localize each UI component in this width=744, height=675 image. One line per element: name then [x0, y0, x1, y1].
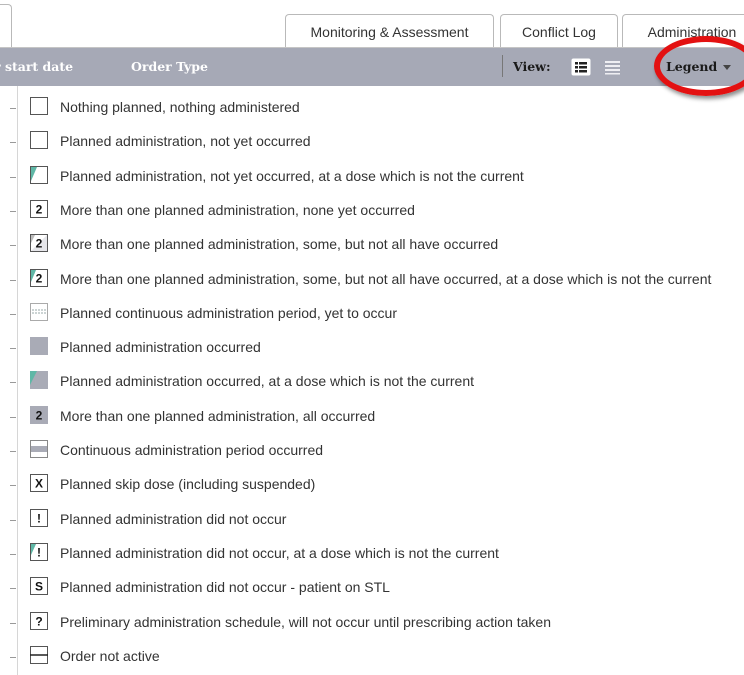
box-glyph-icon: ? [30, 611, 48, 630]
legend-item-label: Planned administration occurred, at a do… [60, 373, 475, 390]
svg-text:2: 2 [36, 271, 43, 285]
legend-item-label: Planned administration, not yet occurred [60, 133, 311, 150]
continuous-occurred-icon [30, 440, 48, 458]
svg-text:?: ? [35, 614, 42, 628]
legend-item: 2 More than one planned administration, a… [0, 400, 744, 434]
legend-item-label: Planned administration did not occur [60, 510, 287, 527]
legend-item-label: Planned administration occurred [60, 339, 261, 356]
legend-item: ! Planned administration did not occur, a… [0, 537, 744, 571]
view-compact-list-button[interactable] [603, 58, 623, 76]
tab-conflict-log[interactable]: Conflict Log [500, 14, 618, 48]
box-glyph-icon: X [30, 474, 48, 493]
legend-item: Planned administration occurred [0, 331, 744, 365]
svg-text:S: S [35, 580, 43, 594]
legend-item: Order not active [0, 640, 744, 674]
svg-text:2: 2 [36, 202, 43, 216]
caret-down-icon [723, 65, 732, 70]
box-number-icon: 2 [30, 199, 48, 218]
legend-button-label: Legend [666, 59, 718, 74]
legend-item: X Planned skip dose (including suspended) [0, 468, 744, 502]
box-midline-icon [30, 645, 48, 664]
legend-item-label: Continuous administration period occurre… [60, 442, 324, 458]
tab-monitoring-assessment[interactable]: Monitoring & Assessment [285, 14, 494, 48]
legend-item-label: More than one planned administration, al… [60, 407, 376, 424]
legend-item: Planned continuous administration period… [0, 297, 744, 331]
continuous-planned-icon [30, 302, 48, 321]
legend-item: 2 More than one planned administration, s… [0, 228, 744, 262]
view-label: View: [513, 59, 551, 74]
view-detailed-list-button[interactable] [571, 58, 591, 76]
legend-item: 2 More than one planned administration, n… [0, 194, 744, 228]
grey-box-teal-corner-icon [30, 371, 48, 390]
tab-left-partial[interactable] [0, 4, 12, 49]
tab-administration[interactable]: Administration [622, 14, 744, 48]
grey-box-number-icon: 2 [30, 405, 48, 424]
box-teal-corner-icon [30, 165, 48, 184]
legend-item-label: Preliminary administration schedule, wil… [60, 613, 552, 630]
svg-text:!: ! [37, 545, 41, 559]
legend-item-label: Planned administration did not occur, at… [60, 544, 499, 561]
svg-text:X: X [35, 477, 43, 491]
grid-toolbar: r start date Order Type View: Legend [0, 48, 744, 86]
box-glyph-icon: ! [30, 508, 48, 527]
svg-text:!: ! [37, 511, 41, 525]
box-glyph-icon: S [30, 577, 48, 596]
legend-item-label: Nothing planned, nothing administered [60, 99, 300, 115]
legend-item: ? Preliminary administration schedule, wi… [0, 606, 744, 640]
legend-item-label: More than one planned administration, so… [60, 236, 499, 253]
column-header-start-date[interactable]: r start date [0, 48, 73, 86]
detailed-list-icon [571, 58, 591, 76]
toolbar-separator [502, 55, 503, 77]
legend-item-label: Planned administration did not occur - p… [60, 579, 390, 596]
legend-item: S Planned administration did not occur - … [0, 571, 744, 605]
legend-item: Planned administration, not yet occurred [0, 125, 744, 159]
legend-item: ! Planned administration did not occur [0, 503, 744, 537]
svg-text:2: 2 [36, 237, 43, 251]
legend-item: Nothing planned, nothing administered [0, 91, 744, 125]
legend-item: Planned administration occurred, at a do… [0, 365, 744, 399]
compact-list-icon [605, 61, 620, 75]
box-number-partial-icon: 2 [30, 234, 48, 253]
tab-bar: Monitoring & Assessment Conflict Log Adm… [0, 0, 744, 49]
legend-item-label: More than one planned administration, no… [60, 201, 415, 218]
empty-box-icon [30, 131, 48, 150]
svg-text:2: 2 [36, 408, 43, 422]
legend-item-label: Planned continuous administration period… [60, 304, 397, 321]
grey-box-icon [30, 337, 48, 356]
legend-item: Planned administration, not yet occurred… [0, 160, 744, 194]
box-number-partial-teal-icon: 2 [30, 268, 48, 287]
legend-item-label: More than one planned administration, so… [60, 270, 712, 287]
legend-item: 2 More than one planned administration, s… [0, 263, 744, 297]
legend-dropdown-button[interactable]: Legend [666, 55, 744, 79]
legend-item-label: Planned skip dose (including suspended) [60, 476, 316, 493]
empty-box-icon [30, 97, 48, 115]
legend-item-label: Planned administration, not yet occurred… [60, 167, 524, 184]
box-glyph-teal-icon: ! [30, 542, 48, 561]
legend-item-label: Order not active [60, 647, 160, 664]
column-header-order-type[interactable]: Order Type [131, 48, 208, 86]
legend-item: Continuous administration period occurre… [0, 434, 744, 468]
